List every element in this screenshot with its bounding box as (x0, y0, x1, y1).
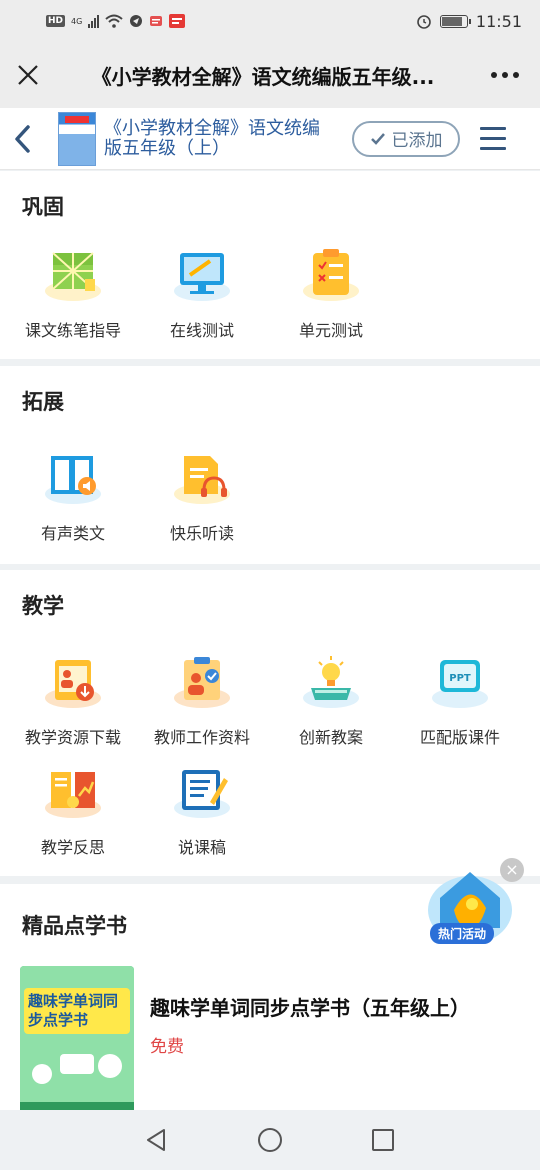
alarm-icon (417, 15, 431, 29)
signal-icon (88, 14, 100, 28)
nav-back-icon[interactable] (144, 1127, 170, 1153)
teacher-doc-icon (166, 652, 238, 712)
item-label: 在线测试 (169, 321, 234, 340)
checkmark-icon (370, 132, 385, 145)
book-thumbnail (58, 111, 96, 166)
section-title: 巩固 (22, 195, 64, 219)
item-label: 匹配版课件 (419, 728, 500, 747)
hot-activity-badge[interactable]: × 热门活动 (424, 858, 524, 948)
item-label: 课文练笔指导 (24, 321, 121, 340)
network-type: 4G (71, 16, 83, 26)
wifi-icon (105, 14, 123, 28)
item-online-test[interactable]: 在线测试 (137, 245, 267, 341)
section-title: 拓展 (22, 390, 64, 414)
section-title: 精品点学书 (22, 914, 127, 938)
book-price: 免费 (150, 1037, 184, 1057)
lightbulb-book-icon (295, 652, 367, 712)
browser-title: 《小学教材全解》语文统编版五年级... (91, 64, 435, 89)
message-icon (150, 16, 163, 26)
item-label: 教学资源下载 (24, 728, 121, 747)
back-button[interactable] (0, 108, 44, 170)
clock: 11:51 (475, 11, 522, 31)
system-nav-bar (0, 1110, 540, 1170)
item-label: 说课稿 (177, 838, 226, 857)
audio-book-icon (37, 448, 109, 508)
clipboard-icon (295, 245, 367, 305)
section-extension: 拓展 有声类文 快乐听读 (0, 366, 540, 564)
edit-doc-icon (166, 762, 238, 822)
news-app-icon (169, 14, 186, 28)
hd-indicator: HD (46, 15, 66, 27)
item-label: 快乐听读 (169, 524, 234, 543)
item-teaching-reflection[interactable]: 教学反思 (8, 762, 138, 858)
nav-recents-icon[interactable] (370, 1127, 396, 1153)
ppt-icon: PPT (424, 652, 496, 712)
more-button[interactable] (470, 42, 540, 108)
item-courseware[interactable]: PPT 匹配版课件 (395, 652, 525, 748)
book-cover[interactable]: 趣味学单词同步点学书 (20, 966, 134, 1110)
item-teacher-materials[interactable]: 教师工作资料 (137, 652, 267, 748)
book-cover-art (20, 966, 134, 1110)
section-title: 教学 (22, 594, 64, 618)
nav-home-icon[interactable] (257, 1127, 283, 1153)
item-unit-test[interactable]: 单元测试 (266, 245, 396, 341)
item-label: 单元测试 (298, 321, 363, 340)
item-lesson-writing-guide[interactable]: 课文练笔指导 (8, 245, 138, 341)
monitor-icon (166, 245, 238, 305)
headphone-doc-icon (166, 448, 238, 508)
added-button[interactable]: 已添加 (352, 120, 460, 157)
item-label: 教学反思 (40, 838, 105, 857)
battery-icon (439, 14, 471, 28)
grid-note-icon (37, 245, 109, 305)
added-label: 已添加 (391, 131, 443, 151)
item-label: 教师工作资料 (153, 728, 250, 747)
more-dots-icon (491, 72, 519, 78)
svg-text:PPT: PPT (449, 673, 471, 684)
resource-download-icon (37, 652, 109, 712)
item-resource-download[interactable]: 教学资源下载 (8, 652, 138, 748)
close-icon (18, 65, 38, 85)
close-promo-button[interactable]: × (500, 858, 524, 882)
status-bar: HD 4G 11:51 (0, 0, 540, 42)
book-item-title[interactable]: 趣味学单词同步点学书（五年级上） (150, 992, 470, 1021)
book-cover-title: 趣味学单词同步点学书 (28, 992, 119, 1029)
item-audio-reading[interactable]: 有声类文 (8, 448, 138, 544)
item-label: 有声类文 (40, 524, 105, 543)
book-header: 《小学教材全解》语文统编版五年级（上） 已添加 (0, 108, 540, 170)
reflection-book-icon (37, 762, 109, 822)
browser-title-bar: 《小学教材全解》语文统编版五年级... (0, 42, 540, 108)
location-icon (130, 15, 143, 27)
item-lecture-script[interactable]: 说课稿 (137, 762, 267, 858)
section-consolidate: 巩固 课文练笔指导 在线测试 单元测试 (0, 171, 540, 359)
item-label: 创新教案 (298, 728, 363, 747)
section-teaching: 教学 教学资源下载 教师工作资料 创新教案 PPT 匹配版课件 教学反思 说课稿 (0, 570, 540, 876)
item-happy-listening[interactable]: 快乐听读 (137, 448, 267, 544)
promo-label: 热门活动 (430, 923, 495, 944)
back-arrow-icon (15, 124, 30, 153)
menu-button[interactable] (480, 127, 506, 150)
close-button[interactable] (0, 42, 56, 108)
item-innovative-lesson-plan[interactable]: 创新教案 (266, 652, 396, 748)
book-title: 《小学教材全解》语文统编版五年级（上） (104, 117, 320, 159)
